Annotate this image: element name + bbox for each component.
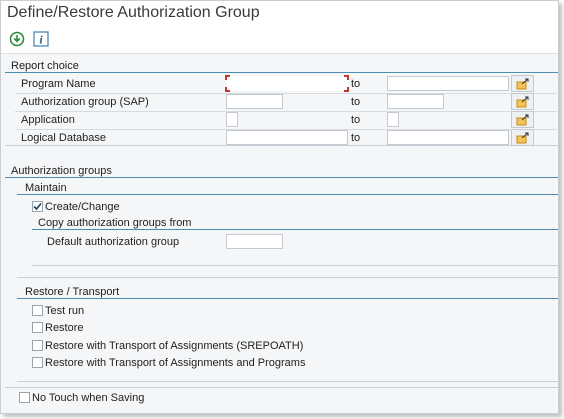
- logical-database-from-input[interactable]: [226, 130, 348, 145]
- row-divider: [15, 111, 557, 112]
- window-title: Define/Restore Authorization Group: [7, 4, 260, 21]
- application-label: Application: [21, 114, 75, 126]
- authorization-group-sap-from-input[interactable]: [226, 94, 283, 109]
- authorization-groups-frame: [5, 177, 558, 388]
- authorization-group-multiple-selection-button[interactable]: [511, 93, 534, 110]
- application-to-label: to: [351, 114, 361, 126]
- multiple-selection-icon: [516, 96, 528, 107]
- info-icon[interactable]: i: [33, 31, 49, 47]
- report-choice-title: Report choice: [11, 60, 79, 72]
- program-name-from-input[interactable]: [226, 76, 348, 91]
- focus-marker: [225, 87, 230, 92]
- no-touch-checkbox[interactable]: [19, 392, 30, 403]
- logical-database-to-label: to: [351, 132, 361, 144]
- window: Define/Restore Authorization Group i Rep…: [0, 0, 559, 414]
- focus-marker: [225, 75, 230, 80]
- application-from-input[interactable]: [226, 112, 238, 127]
- authorization-groups-title: Authorization groups: [11, 165, 112, 177]
- logical-database-label: Logical Database: [21, 132, 107, 144]
- no-touch-label: No Touch when Saving: [32, 392, 145, 404]
- execute-icon[interactable]: [9, 31, 25, 47]
- application-to-input[interactable]: [387, 112, 399, 127]
- program-name-to-input[interactable]: [387, 76, 509, 91]
- toolbar: i: [9, 31, 49, 49]
- selection-screen: Report choice Program Name to Authorizat…: [1, 54, 558, 413]
- logical-database-to-input[interactable]: [387, 130, 509, 145]
- row-divider: [15, 93, 557, 94]
- multiple-selection-icon: [516, 114, 528, 125]
- authorization-group-sap-to-label: to: [351, 96, 361, 108]
- authorization-group-sap-label: Authorization group (SAP): [21, 96, 149, 108]
- focus-marker: [344, 87, 349, 92]
- program-name-to-label: to: [351, 78, 361, 90]
- application-multiple-selection-button[interactable]: [511, 111, 534, 128]
- logical-database-multiple-selection-button[interactable]: [511, 129, 534, 146]
- multiple-selection-icon: [516, 132, 528, 143]
- program-name-label: Program Name: [21, 78, 96, 90]
- focus-marker: [344, 75, 349, 80]
- authorization-group-sap-to-input[interactable]: [387, 94, 444, 109]
- multiple-selection-icon: [516, 78, 528, 89]
- program-name-multiple-selection-button[interactable]: [511, 75, 534, 92]
